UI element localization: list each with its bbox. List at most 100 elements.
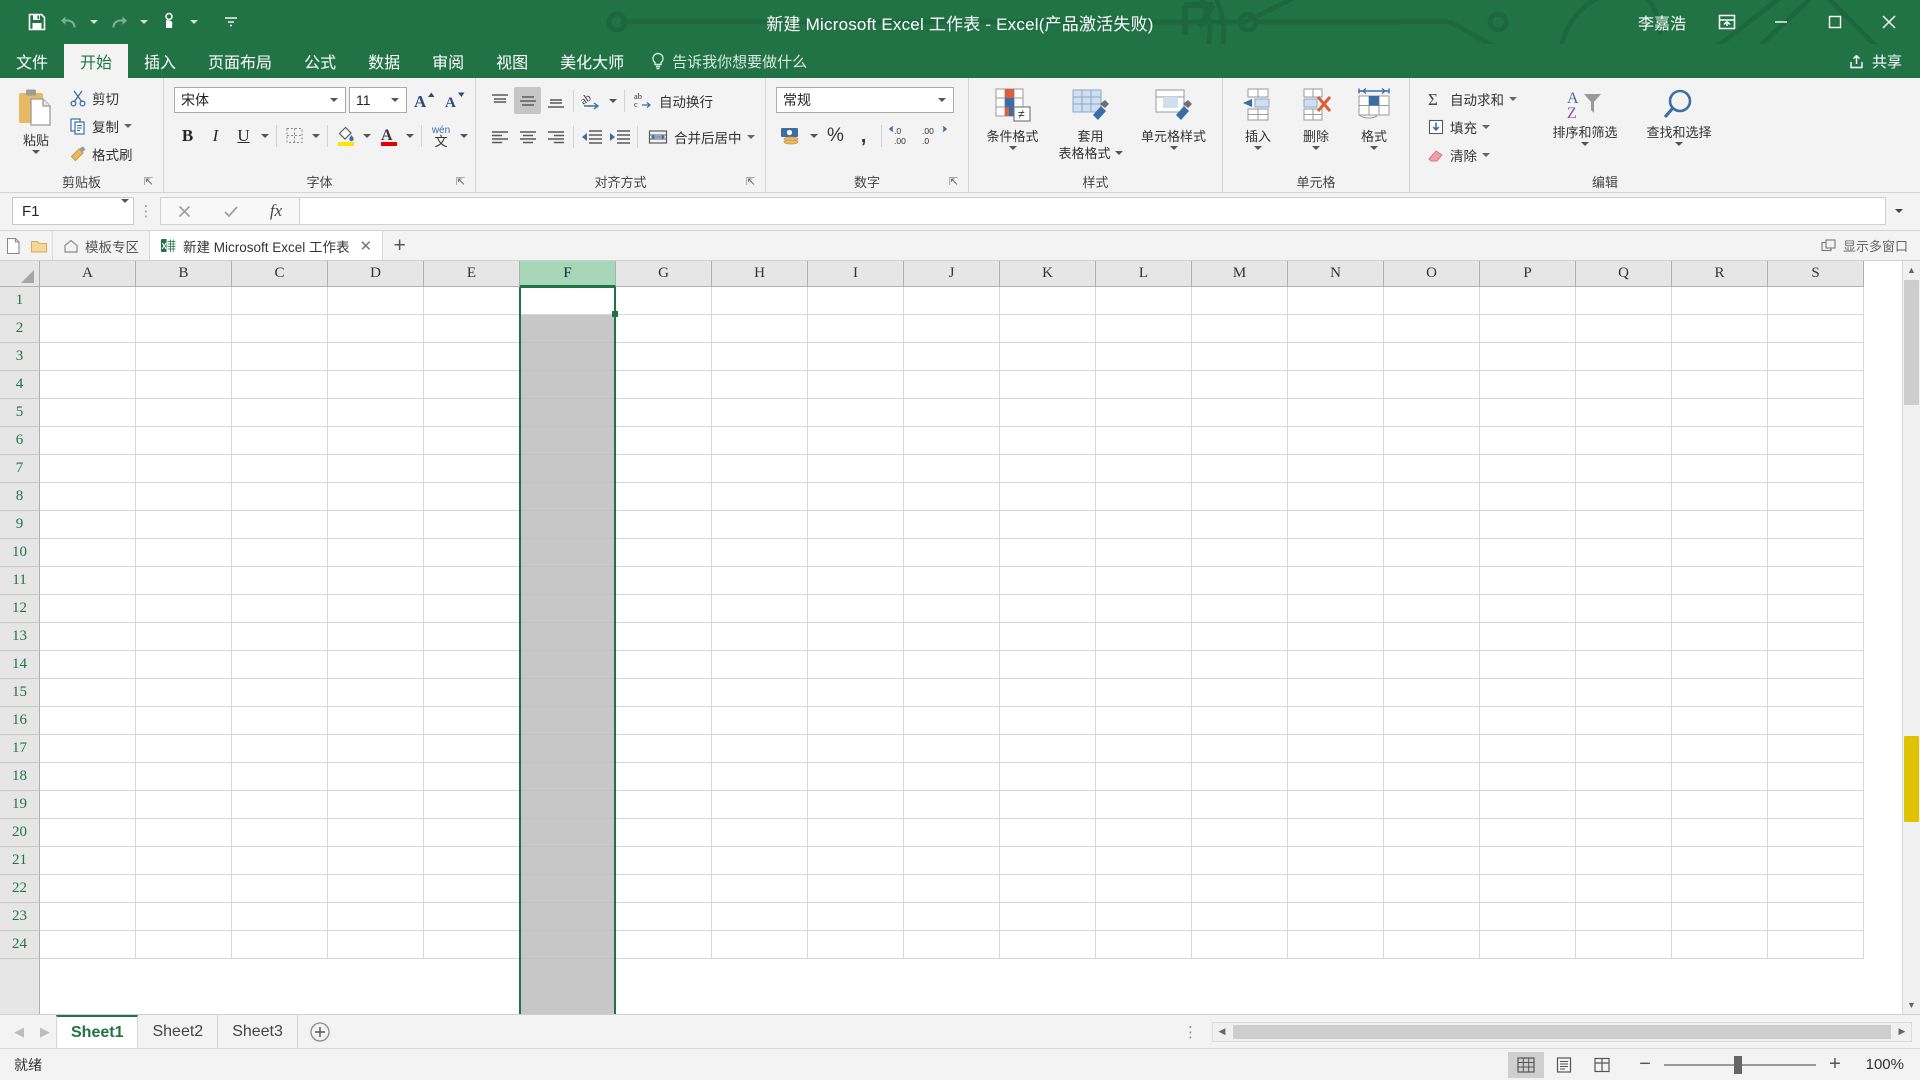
row-header-4[interactable]: 4 <box>0 371 39 399</box>
cell-A11[interactable] <box>40 567 136 595</box>
cell-P18[interactable] <box>1480 763 1576 791</box>
accounting-format-button[interactable] <box>776 122 806 149</box>
cell-Q9[interactable] <box>1576 511 1672 539</box>
template-tab[interactable]: 模板专区 <box>52 231 149 260</box>
font-color-button[interactable]: A <box>375 122 402 149</box>
font-dialog-launcher[interactable]: ⇱ <box>456 177 468 189</box>
cell-L4[interactable] <box>1096 371 1192 399</box>
cell-J19[interactable] <box>904 791 1000 819</box>
cell-F18[interactable] <box>520 763 616 791</box>
cell-L19[interactable] <box>1096 791 1192 819</box>
cell-P20[interactable] <box>1480 819 1576 847</box>
cell-H9[interactable] <box>712 511 808 539</box>
cell-M7[interactable] <box>1192 455 1288 483</box>
cell-K12[interactable] <box>1000 595 1096 623</box>
cell-L9[interactable] <box>1096 511 1192 539</box>
cell-S1[interactable] <box>1768 287 1864 315</box>
cell-H13[interactable] <box>712 623 808 651</box>
cell-F12[interactable] <box>520 595 616 623</box>
horizontal-scrollbar[interactable]: ◀ ▶ <box>1212 1021 1912 1042</box>
cell-Q24[interactable] <box>1576 931 1672 959</box>
cell-B3[interactable] <box>136 343 232 371</box>
touch-mode-dropdown[interactable] <box>186 7 202 37</box>
ribbon-tab-formulas[interactable]: 公式 <box>288 44 352 78</box>
zoom-slider[interactable] <box>1664 1055 1816 1074</box>
row-header-11[interactable]: 11 <box>0 567 39 595</box>
ribbon-tab-page-layout[interactable]: 页面布局 <box>192 44 288 78</box>
cell-G24[interactable] <box>616 931 712 959</box>
cell-S15[interactable] <box>1768 679 1864 707</box>
cell-E10[interactable] <box>424 539 520 567</box>
cell-P1[interactable] <box>1480 287 1576 315</box>
cell-L3[interactable] <box>1096 343 1192 371</box>
cell-J21[interactable] <box>904 847 1000 875</box>
cell-R5[interactable] <box>1672 399 1768 427</box>
cell-K6[interactable] <box>1000 427 1096 455</box>
cell-L11[interactable] <box>1096 567 1192 595</box>
add-sheet-button[interactable] <box>298 1015 342 1048</box>
align-right-button[interactable] <box>542 123 569 150</box>
cell-Q1[interactable] <box>1576 287 1672 315</box>
cell-I4[interactable] <box>808 371 904 399</box>
cell-B15[interactable] <box>136 679 232 707</box>
cell-R16[interactable] <box>1672 707 1768 735</box>
cell-S23[interactable] <box>1768 903 1864 931</box>
cell-F24[interactable] <box>520 931 616 959</box>
cell-J4[interactable] <box>904 371 1000 399</box>
cell-A5[interactable] <box>40 399 136 427</box>
column-header-I[interactable]: I <box>808 261 904 287</box>
cell-C11[interactable] <box>232 567 328 595</box>
cell-C15[interactable] <box>232 679 328 707</box>
redo-dropdown[interactable] <box>136 7 152 37</box>
cell-E1[interactable] <box>424 287 520 315</box>
phonetic-dropdown[interactable] <box>457 122 471 149</box>
redo-button[interactable] <box>104 7 134 37</box>
cell-Q11[interactable] <box>1576 567 1672 595</box>
cell-M13[interactable] <box>1192 623 1288 651</box>
account-name[interactable]: 李嘉浩 <box>1624 10 1700 34</box>
cell-area[interactable] <box>40 287 1902 1014</box>
column-header-Q[interactable]: Q <box>1576 261 1672 287</box>
cell-O18[interactable] <box>1384 763 1480 791</box>
cell-H11[interactable] <box>712 567 808 595</box>
cell-A20[interactable] <box>40 819 136 847</box>
cell-E16[interactable] <box>424 707 520 735</box>
cell-Q14[interactable] <box>1576 651 1672 679</box>
cell-I17[interactable] <box>808 735 904 763</box>
cell-F21[interactable] <box>520 847 616 875</box>
cell-K13[interactable] <box>1000 623 1096 651</box>
column-header-N[interactable]: N <box>1288 261 1384 287</box>
bottom-align-button[interactable] <box>542 87 569 114</box>
save-button[interactable] <box>22 7 52 37</box>
cell-D7[interactable] <box>328 455 424 483</box>
cell-Q20[interactable] <box>1576 819 1672 847</box>
column-header-F[interactable]: F <box>520 261 616 287</box>
cell-D9[interactable] <box>328 511 424 539</box>
cell-I21[interactable] <box>808 847 904 875</box>
new-document-button[interactable] <box>0 231 26 260</box>
cell-C14[interactable] <box>232 651 328 679</box>
close-tab-icon[interactable]: ✕ <box>360 237 373 255</box>
column-header-P[interactable]: P <box>1480 261 1576 287</box>
column-header-A[interactable]: A <box>40 261 136 287</box>
cell-D3[interactable] <box>328 343 424 371</box>
cell-M15[interactable] <box>1192 679 1288 707</box>
cell-L14[interactable] <box>1096 651 1192 679</box>
cell-N3[interactable] <box>1288 343 1384 371</box>
cell-G10[interactable] <box>616 539 712 567</box>
cell-P5[interactable] <box>1480 399 1576 427</box>
cell-P4[interactable] <box>1480 371 1576 399</box>
cell-J22[interactable] <box>904 875 1000 903</box>
column-header-E[interactable]: E <box>424 261 520 287</box>
cell-O5[interactable] <box>1384 399 1480 427</box>
cell-H21[interactable] <box>712 847 808 875</box>
cell-B1[interactable] <box>136 287 232 315</box>
row-header-12[interactable]: 12 <box>0 595 39 623</box>
row-header-2[interactable]: 2 <box>0 315 39 343</box>
accounting-dropdown[interactable] <box>807 122 821 149</box>
cell-D1[interactable] <box>328 287 424 315</box>
cell-N19[interactable] <box>1288 791 1384 819</box>
cell-L6[interactable] <box>1096 427 1192 455</box>
cell-H5[interactable] <box>712 399 808 427</box>
cell-H1[interactable] <box>712 287 808 315</box>
